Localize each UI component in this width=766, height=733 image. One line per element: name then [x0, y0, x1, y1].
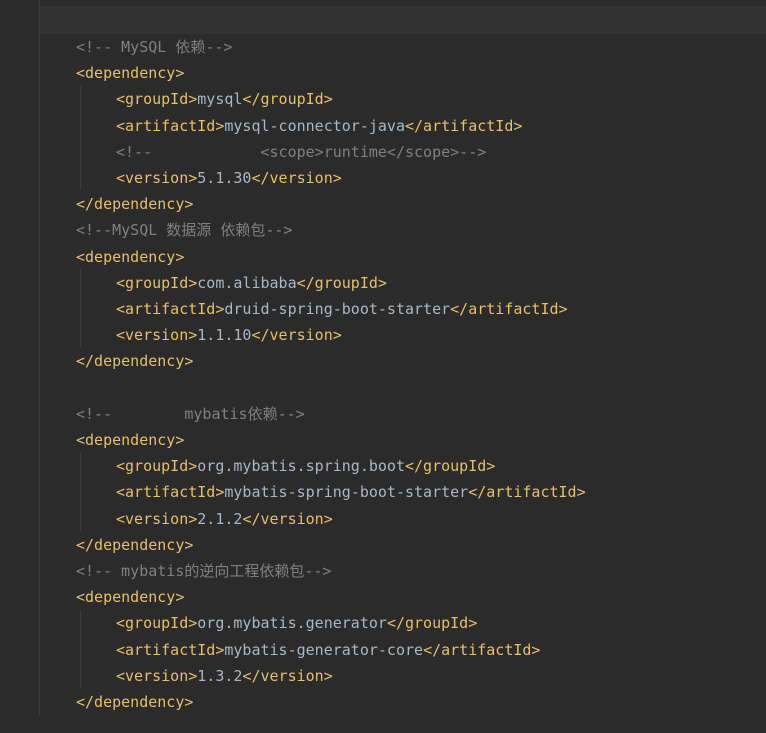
xml-open-tag: <version> [116, 509, 198, 528]
code-tag-line: </dependency> [76, 191, 193, 217]
xml-close-tag: </artifactId> [450, 300, 568, 318]
code-tag-line: <dependency> [76, 60, 184, 86]
xml-value: 2.1.2 [197, 509, 243, 528]
comment-text: <!--MySQL 数据源 依赖包--> [76, 221, 293, 240]
current-line-highlight [40, 6, 766, 34]
xml-close-tag: </artifactId> [405, 116, 523, 135]
xml-tag: </dependency> [76, 693, 194, 711]
code-comment-line: <!--MySQL 数据源 依赖包--> [76, 217, 292, 243]
xml-value: mysql [197, 90, 243, 109]
xml-open-tag: <version> [116, 666, 198, 685]
code-element-line: <version>2.1.2</version> [116, 506, 333, 532]
xml-open-tag: <groupId> [116, 90, 198, 109]
xml-close-tag: </artifactId> [423, 640, 541, 659]
code-element-line: <artifactId>mysql-connector-java</artifa… [116, 113, 522, 139]
xml-close-tag: </version> [242, 509, 333, 528]
xml-tag: </dependency> [76, 195, 194, 214]
code-comment-line: <!-- <scope>runtime</scope>--> [116, 139, 486, 165]
xml-open-tag: <artifactId> [116, 640, 225, 659]
xml-tag: </dependency> [76, 535, 194, 554]
code-element-line: <version>1.3.2</version> [116, 663, 333, 689]
xml-value: 1.3.2 [197, 666, 243, 685]
indent-guide [80, 610, 81, 688]
xml-close-tag: </version> [251, 169, 342, 187]
code-comment-line: <!-- mybatis依赖--> [76, 401, 305, 427]
comment-text: <!-- mybatis依赖--> [76, 404, 305, 423]
code-comment-line: <!-- mybatis的逆向工程依赖包--> [76, 558, 331, 584]
editor-top-strip [0, 0, 766, 34]
code-tag-line: </dependency> [76, 348, 193, 374]
code-tag-line: <dependency> [76, 584, 184, 610]
xml-value: org.mybatis.generator [197, 614, 387, 633]
xml-value: org.mybatis.spring.boot [197, 457, 405, 476]
xml-value: druid-spring-boot-starter [224, 300, 451, 318]
xml-tag: <dependency> [76, 431, 185, 449]
xml-close-tag: </version> [251, 326, 342, 345]
indent-guide [80, 453, 81, 531]
code-element-line: <version>5.1.30</version> [116, 165, 342, 191]
xml-open-tag: <artifactId> [116, 116, 225, 135]
code-tag-line: </dependency> [76, 689, 193, 715]
xml-open-tag: <groupId> [116, 273, 198, 292]
xml-tag: <dependency> [76, 64, 185, 83]
xml-value: 1.1.10 [197, 326, 252, 345]
xml-open-tag: <version> [116, 326, 198, 345]
xml-open-tag: <version> [116, 169, 198, 187]
xml-tag: <dependency> [76, 247, 185, 266]
code-tag-line: </dependency> [76, 532, 193, 558]
gutter-divider [39, 0, 40, 716]
xml-close-tag: </version> [242, 666, 333, 685]
xml-open-tag: <groupId> [116, 614, 198, 633]
xml-value: mybatis-spring-boot-starter [224, 483, 469, 502]
xml-close-tag: </artifactId> [468, 483, 586, 502]
comment-text: <!-- MySQL 依赖--> [76, 38, 233, 56]
xml-close-tag: </groupId> [296, 273, 387, 292]
code-element-line: <groupId>org.mybatis.spring.boot</groupI… [116, 453, 495, 479]
code-element-line: <version>1.1.10</version> [116, 322, 342, 348]
xml-close-tag: </groupId> [405, 457, 496, 476]
code-element-line: <groupId>mysql</groupId> [116, 86, 333, 112]
code-tag-line: <dependency> [76, 244, 184, 270]
xml-tag: <dependency> [76, 588, 185, 607]
code-element-line: <artifactId>mybatis-generator-core</arti… [116, 637, 540, 663]
xml-value: mysql-connector-java [224, 116, 405, 135]
xml-value: 5.1.30 [197, 169, 252, 187]
code-tag-line: <dependency> [76, 427, 184, 453]
xml-open-tag: <groupId> [116, 457, 198, 476]
xml-close-tag: </groupId> [242, 90, 333, 109]
code-editor[interactable]: <!-- MySQL 依赖--> <dependency> <groupId>mys… [0, 0, 766, 733]
xml-value: com.alibaba [197, 273, 297, 292]
xml-open-tag: <artifactId> [116, 483, 225, 502]
comment-text: <!-- mybatis的逆向工程依赖包--> [76, 562, 332, 580]
indent-guide [80, 269, 81, 347]
code-element-line: <artifactId>mybatis-spring-boot-starter<… [116, 479, 586, 505]
code-element-line: <artifactId>druid-spring-boot-starter</a… [116, 296, 568, 322]
code-comment-line: <!-- MySQL 依赖--> [76, 34, 232, 60]
comment-text: <!-- <scope>runtime</scope>--> [116, 142, 487, 161]
xml-close-tag: </groupId> [386, 614, 478, 633]
code-element-line: <groupId>com.alibaba</groupId> [116, 270, 387, 296]
code-element-line: <groupId>org.mybatis.generator</groupId> [116, 610, 477, 636]
indent-guide [80, 86, 81, 190]
xml-tag: </dependency> [76, 352, 194, 371]
xml-open-tag: <artifactId> [116, 300, 225, 318]
xml-value: mybatis-generator-core [224, 640, 424, 659]
